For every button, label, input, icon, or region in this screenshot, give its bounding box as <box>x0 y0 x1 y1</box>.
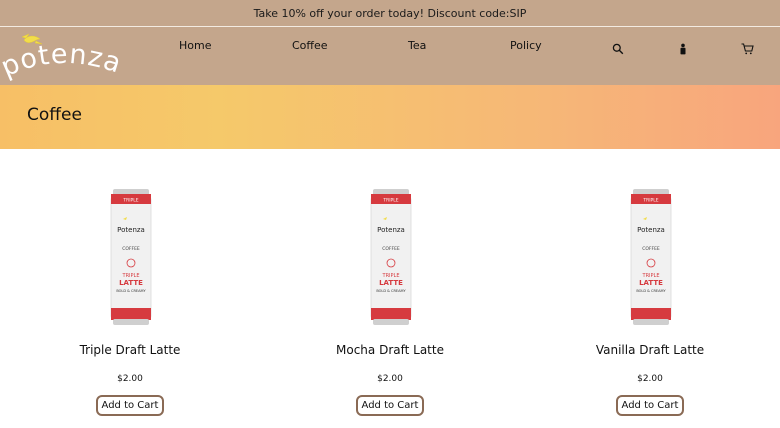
svg-text:TRIPLE: TRIPLE <box>382 198 398 204</box>
announcement-bar: Take 10% off your order today! Discount … <box>0 0 780 27</box>
cart-icon[interactable] <box>741 40 755 55</box>
page-title: Coffee <box>27 105 82 125</box>
nav-tea[interactable]: Tea <box>408 39 426 52</box>
svg-text:COFFEE: COFFEE <box>122 246 140 252</box>
svg-text:COFFEE: COFFEE <box>382 246 400 252</box>
product-name[interactable]: Triple Draft Latte <box>30 343 230 357</box>
product-price: $2.00 <box>637 374 663 384</box>
svg-text:BOLD & CREAMY: BOLD & CREAMY <box>636 289 666 293</box>
svg-text:LATTE: LATTE <box>119 279 143 287</box>
announcement-text: Take 10% off your order today! Discount … <box>253 6 527 20</box>
product-name[interactable]: Mocha Draft Latte <box>290 343 490 357</box>
logo-text: potenza <box>2 39 125 83</box>
product-card: TRIPLE Potenza COFFEE TRIPLE LATTE BOLD … <box>550 186 750 418</box>
add-to-cart-button[interactable]: Add to Cart <box>356 395 424 416</box>
nav-coffee[interactable]: Coffee <box>292 39 328 52</box>
product-name[interactable]: Vanilla Draft Latte <box>550 343 750 357</box>
svg-text:Potenza: Potenza <box>637 226 665 234</box>
svg-text:LATTE: LATTE <box>639 279 663 287</box>
svg-text:BOLD & CREAMY: BOLD & CREAMY <box>376 289 406 293</box>
svg-text:LATTE: LATTE <box>379 279 403 287</box>
svg-text:potenza: potenza <box>2 39 126 83</box>
svg-text:Potenza: Potenza <box>117 226 145 234</box>
svg-text:COFFEE: COFFEE <box>642 246 660 252</box>
svg-text:BOLD & CREAMY: BOLD & CREAMY <box>116 289 146 293</box>
svg-text:TRIPLE: TRIPLE <box>642 198 658 204</box>
product-image[interactable]: TRIPLE Potenza COFFEE TRIPLE LATTE BOLD … <box>110 186 152 328</box>
add-to-cart-button[interactable]: Add to Cart <box>96 395 164 416</box>
svg-text:TRIPLE: TRIPLE <box>122 198 138 204</box>
search-icon[interactable] <box>612 40 626 55</box>
add-to-cart-button[interactable]: Add to Cart <box>616 395 684 416</box>
product-image[interactable]: TRIPLE Potenza COFFEE TRIPLE LATTE BOLD … <box>370 186 412 328</box>
category-banner: Coffee <box>0 85 780 149</box>
user-icon[interactable] <box>678 40 692 55</box>
product-price: $2.00 <box>117 374 143 384</box>
logo-graphic: potenza <box>2 33 126 83</box>
nav-home[interactable]: Home <box>179 39 211 52</box>
product-image[interactable]: TRIPLE Potenza COFFEE TRIPLE LATTE BOLD … <box>630 186 672 328</box>
product-price: $2.00 <box>377 374 403 384</box>
product-card: TRIPLE Potenza COFFEE TRIPLE LATTE BOLD … <box>290 186 490 418</box>
nav-policy[interactable]: Policy <box>510 39 542 52</box>
header-nav: potenza Home Coffee Tea Policy <box>0 27 780 85</box>
brand-logo[interactable]: potenza <box>2 27 132 85</box>
svg-text:Potenza: Potenza <box>377 226 405 234</box>
product-card: TRIPLE Potenza COFFEE TRIPLE LATTE BOLD … <box>30 186 230 418</box>
